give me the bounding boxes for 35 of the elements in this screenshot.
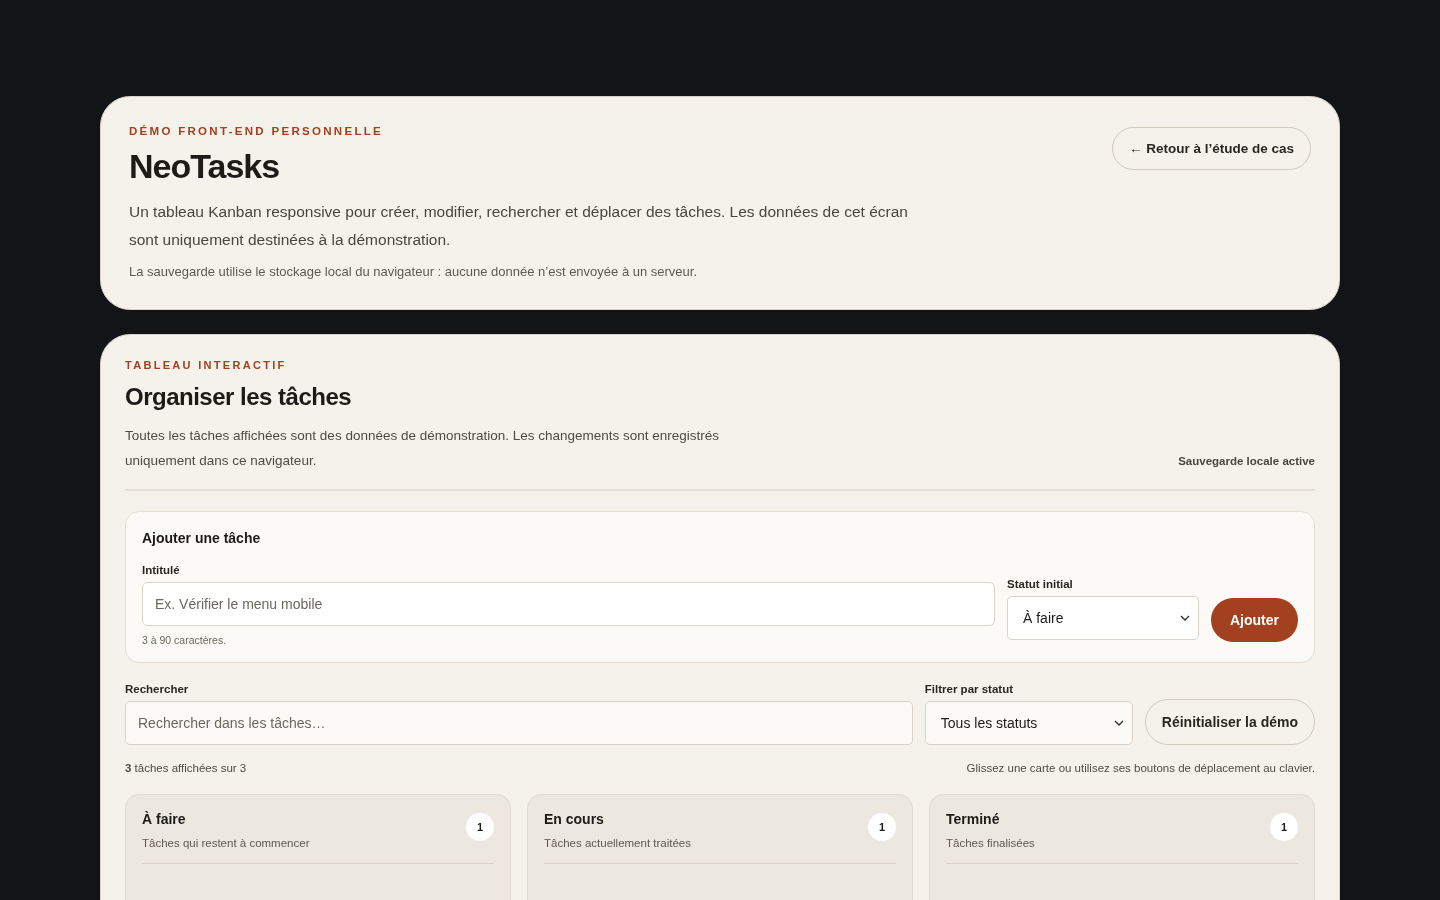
- column-subtitle: Tâches qui restent à commencer: [142, 837, 310, 849]
- column-title: En cours: [544, 811, 605, 827]
- select-value: À faire: [1023, 610, 1064, 626]
- select-value: Tous les statuts: [940, 715, 1038, 731]
- storage-note: La sauvegarde utilise le stockage local du navigateur : aucune donnée n’est envoyée à un serveur.: [129, 264, 699, 279]
- field-label: Statut initial: [1007, 578, 1074, 590]
- intro-description: Un tableau Kanban responsive pour créer, modifier, rechercher et déplacer des tâches. Les données de cet écran sont uniquement destinées à la démonstration.: [129, 202, 909, 250]
- column-title: À faire: [142, 811, 187, 827]
- column-subtitle: Tâches actuellement traitées: [544, 837, 692, 849]
- filter-select[interactable]: Tous les statuts: [924, 701, 1133, 745]
- column-title: Terminé: [946, 811, 1001, 827]
- chevron-down-icon: [1180, 615, 1190, 621]
- reset-button[interactable]: Réinitialiser la démo: [1144, 699, 1315, 745]
- form-title: Ajouter une tâche: [142, 530, 262, 546]
- column-subtitle: Tâches finalisées: [946, 837, 1035, 849]
- search-field[interactable]: Rechercher dans les tâches…: [125, 701, 913, 745]
- hint-text: 3 à 90 caractères.: [142, 634, 228, 646]
- status-select[interactable]: À faire: [1007, 596, 1199, 640]
- eyebrow-label: TABLEAU INTERACTIF: [125, 359, 288, 371]
- count-badge: 1: [868, 813, 896, 841]
- field-label: Filtrer par statut: [924, 683, 1014, 695]
- help-text: Glissez une carte ou utilisez ses boutons de déplacement au clavier.: [966, 762, 1315, 774]
- add-button[interactable]: Ajouter: [1211, 598, 1298, 642]
- save-status: Sauvegarde locale active: [1178, 455, 1315, 467]
- board-description: Toutes les tâches affichées sont des données de démonstration. Les changements sont enregistrés uniquement dans ce navigateur.: [125, 427, 721, 470]
- count-badge: 1: [466, 813, 494, 841]
- chevron-down-icon: [1113, 720, 1124, 726]
- field-label: Rechercher: [125, 683, 190, 695]
- eyebrow-label: DÉMO FRONT-END PERSONNELLE: [129, 125, 385, 137]
- count-badge: 1: [1270, 813, 1298, 841]
- task-count: 3 tâches affichées sur 3: [125, 762, 247, 774]
- app-title: NeoTasks: [129, 147, 281, 186]
- title-input-field[interactable]: Ex. Vérifier le menu mobile: [142, 582, 995, 626]
- section-title: Organiser les tâches: [125, 383, 353, 411]
- field-label: Intitulé: [142, 564, 181, 576]
